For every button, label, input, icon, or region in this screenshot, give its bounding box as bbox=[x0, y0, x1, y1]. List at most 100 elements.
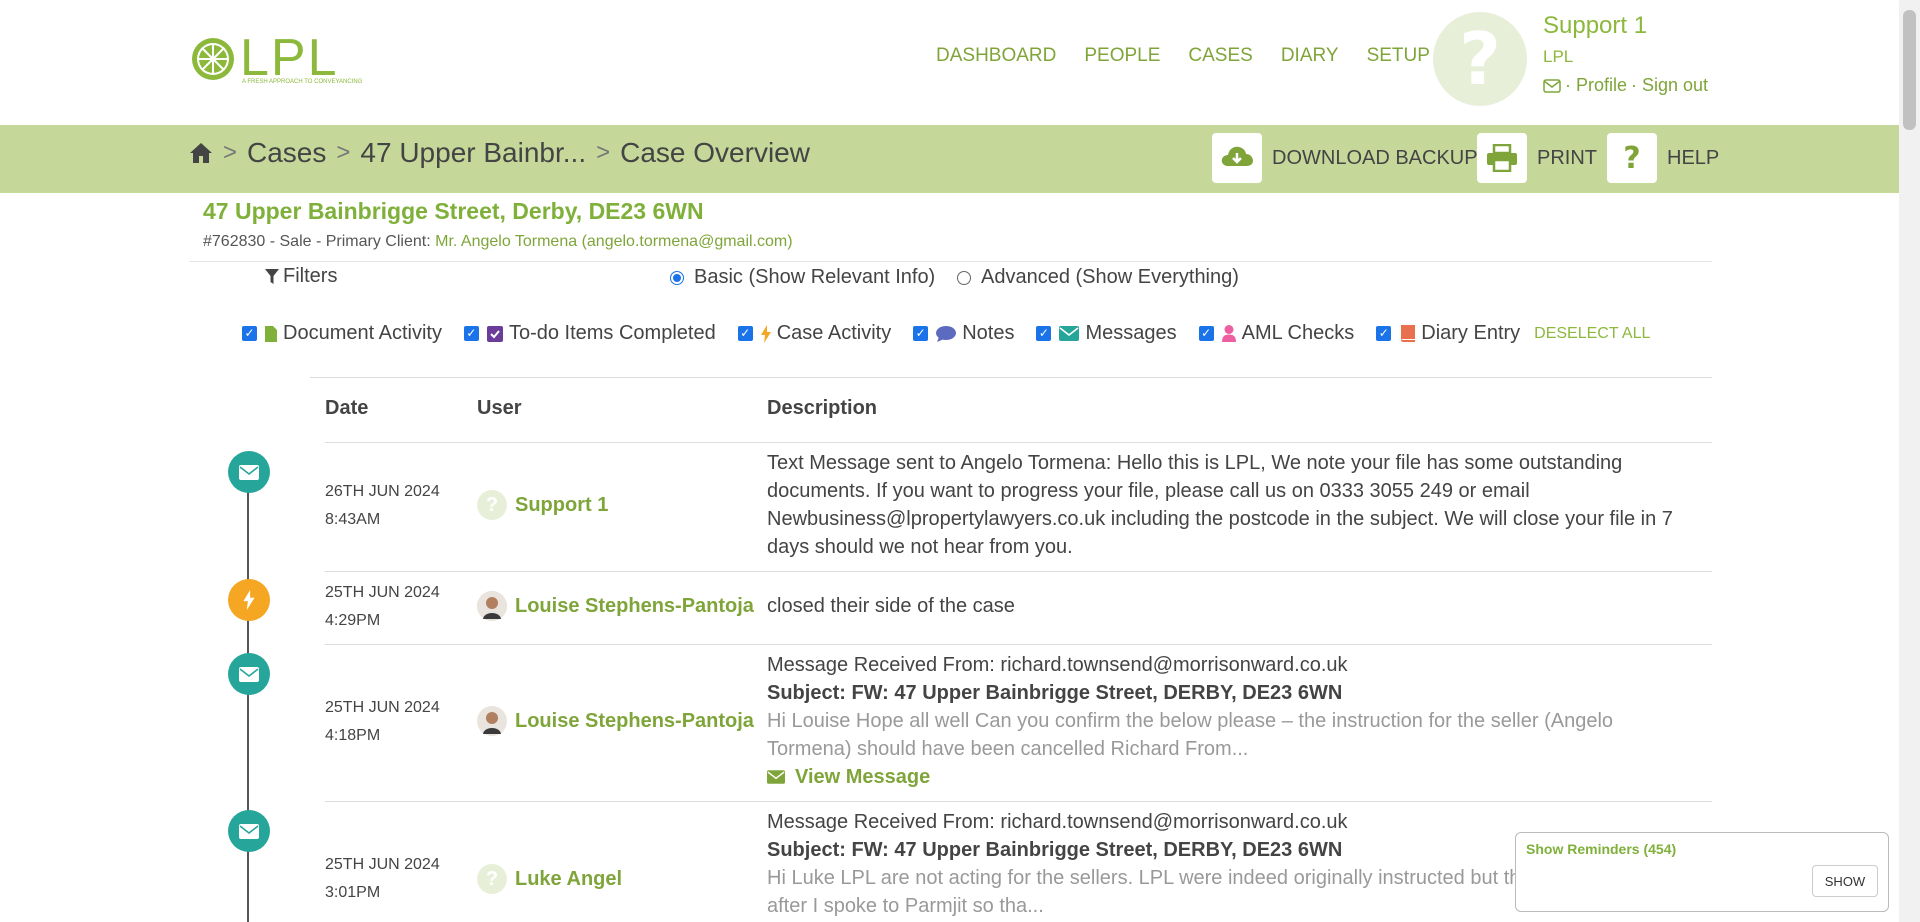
user-avatar: ? bbox=[477, 490, 507, 520]
printer-icon bbox=[1477, 133, 1527, 183]
row-divider bbox=[325, 801, 1712, 802]
row-date-time: 4:29PM bbox=[325, 612, 381, 629]
download-backup-button[interactable]: DOWNLOAD BACKUP bbox=[1212, 133, 1478, 183]
logo-tagline: A FRESH APPROACH TO CONVEYANCING bbox=[242, 79, 363, 85]
view-message-label: View Message bbox=[795, 766, 931, 788]
checked-square-icon bbox=[486, 325, 503, 342]
basic-view-radio[interactable]: Basic (Show Relevant Info) bbox=[670, 266, 935, 289]
nav-dashboard[interactable]: DASHBOARD bbox=[936, 45, 1056, 67]
question-icon: ? bbox=[1607, 133, 1657, 183]
filter-messages[interactable]: ✓ Messages bbox=[1036, 322, 1177, 345]
breadcrumb-separator: > bbox=[336, 139, 351, 166]
envelope-icon bbox=[1059, 326, 1080, 341]
lpl-logo[interactable]: LPL A FRESH APPROACH TO CONVEYANCING bbox=[190, 32, 363, 88]
user-links: · Profile · Sign out bbox=[1543, 75, 1708, 96]
filter-todo-completed[interactable]: ✓ To-do Items Completed bbox=[463, 322, 716, 345]
deselect-all-link[interactable]: DESELECT ALL bbox=[1534, 325, 1650, 343]
lightning-icon bbox=[760, 324, 771, 343]
case-title: 47 Upper Bainbrigge Street, Derby, DE23 … bbox=[203, 198, 704, 224]
nav-diary[interactable]: DIARY bbox=[1281, 45, 1339, 67]
nav-people[interactable]: PEOPLE bbox=[1084, 45, 1160, 67]
cloud-download-icon bbox=[1212, 133, 1262, 183]
divider bbox=[189, 261, 1712, 262]
filters-toggle[interactable]: Filters bbox=[265, 265, 337, 288]
row-description: Message Received From: richard.townsend@… bbox=[767, 651, 1697, 791]
breadcrumb-cases[interactable]: Cases bbox=[247, 137, 326, 169]
row-user[interactable]: Louise Stephens-Pantoja bbox=[477, 591, 754, 621]
scrollbar-thumb[interactable] bbox=[1903, 10, 1916, 130]
page-scrollbar[interactable] bbox=[1899, 0, 1920, 922]
row-divider bbox=[325, 644, 1712, 645]
app-header: LPL A FRESH APPROACH TO CONVEYANCING DAS… bbox=[0, 0, 1899, 125]
message-timeline-icon bbox=[228, 810, 270, 852]
case-meta: #762830 - Sale - Primary Client: Mr. Ang… bbox=[203, 233, 793, 251]
checkbox-checked-icon: ✓ bbox=[913, 326, 929, 341]
user-avatar bbox=[477, 706, 507, 736]
filter-case-activity[interactable]: ✓ Case Activity bbox=[737, 322, 892, 345]
breadcrumb-bar: > Cases > 47 Upper Bainbr... > Case Over… bbox=[0, 125, 1899, 193]
print-label: PRINT bbox=[1537, 146, 1597, 169]
filter-document-activity[interactable]: ✓ Document Activity bbox=[242, 322, 442, 345]
row-user-name: Louise Stephens-Pantoja bbox=[515, 709, 754, 732]
activity-filter-checkboxes: ✓ Document Activity ✓ To-do Items Comple… bbox=[242, 322, 1650, 345]
user-avatar[interactable]: ? bbox=[1433, 12, 1527, 106]
filter-diary-entry[interactable]: ✓ Diary Entry bbox=[1376, 322, 1520, 345]
filter-label: Case Activity bbox=[776, 322, 892, 344]
filter-label: Notes bbox=[962, 322, 1015, 344]
filter-label: To-do Items Completed bbox=[508, 322, 716, 344]
column-header-date: Date bbox=[325, 397, 369, 419]
row-user[interactable]: ? Luke Angel bbox=[477, 864, 622, 894]
view-message-link[interactable]: View Message bbox=[767, 763, 1697, 791]
row-date: 25TH JUN 2024 4:29PM bbox=[325, 579, 440, 635]
user-org: LPL bbox=[1543, 47, 1574, 66]
nav-setup[interactable]: SETUP bbox=[1367, 45, 1430, 67]
breadcrumb-current: Case Overview bbox=[620, 137, 810, 168]
filter-label: Document Activity bbox=[283, 322, 442, 344]
checkbox-checked-icon: ✓ bbox=[463, 326, 479, 341]
help-button[interactable]: ? HELP bbox=[1607, 133, 1719, 183]
help-label: HELP bbox=[1667, 146, 1720, 169]
row-date-day: 25TH JUN 2024 bbox=[325, 584, 440, 601]
checkbox-checked-icon: ✓ bbox=[1198, 326, 1214, 341]
logo-text: LPL bbox=[240, 29, 339, 87]
row-date-time: 3:01PM bbox=[325, 884, 381, 901]
envelope-icon[interactable] bbox=[1543, 78, 1561, 93]
row-date-time: 4:18PM bbox=[325, 727, 381, 744]
nav-cases[interactable]: CASES bbox=[1188, 45, 1252, 67]
show-reminders-button[interactable]: SHOW bbox=[1812, 865, 1878, 897]
user-avatar: ? bbox=[477, 864, 507, 894]
row-date: 26TH JUN 2024 8:43AM bbox=[325, 478, 440, 534]
column-header-description: Description bbox=[767, 397, 878, 419]
message-subject: Subject: FW: 47 Upper Bainbrigge Street,… bbox=[767, 682, 1343, 704]
envelope-icon bbox=[767, 770, 785, 784]
row-description: Text Message sent to Angelo Tormena: Hel… bbox=[767, 452, 1673, 558]
advanced-view-radio[interactable]: Advanced (Show Everything) bbox=[957, 266, 1239, 289]
radio-unselected-icon bbox=[957, 270, 971, 285]
show-reminders-link[interactable]: Show Reminders (454) bbox=[1526, 841, 1676, 857]
table-top-border bbox=[310, 377, 1712, 378]
row-date: 25TH JUN 2024 3:01PM bbox=[325, 851, 440, 907]
primary-client-link[interactable]: Mr. Angelo Tormena (angelo.tormena@gmail… bbox=[435, 233, 792, 250]
message-from: Message Received From: richard.townsend@… bbox=[767, 654, 1348, 676]
profile-link[interactable]: · Profile bbox=[1565, 75, 1627, 96]
print-button[interactable]: PRINT bbox=[1477, 133, 1597, 183]
user-name: Support 1 bbox=[1543, 12, 1648, 39]
row-user[interactable]: Louise Stephens-Pantoja bbox=[477, 706, 754, 736]
filter-notes[interactable]: ✓ Notes bbox=[913, 322, 1014, 345]
filter-label: Messages bbox=[1085, 322, 1177, 344]
download-backup-label: DOWNLOAD BACKUP bbox=[1272, 146, 1478, 169]
main-nav: DASHBOARD PEOPLE CASES DIARY SETUP bbox=[936, 45, 1430, 67]
checkbox-checked-icon: ✓ bbox=[1376, 326, 1392, 341]
breadcrumb-case[interactable]: 47 Upper Bainbr... bbox=[360, 137, 586, 169]
filter-aml-checks[interactable]: ✓ AML Checks bbox=[1198, 322, 1354, 345]
filters-label: Filters bbox=[283, 265, 338, 287]
lightning-timeline-icon bbox=[228, 579, 270, 621]
row-user[interactable]: ? Support 1 bbox=[477, 490, 608, 520]
sign-out-link[interactable]: · Sign out bbox=[1631, 75, 1708, 96]
timeline-line bbox=[247, 470, 249, 922]
home-icon[interactable] bbox=[189, 142, 213, 164]
row-date: 25TH JUN 2024 4:18PM bbox=[325, 694, 440, 750]
radio-selected-icon bbox=[670, 270, 684, 285]
advanced-view-label: Advanced (Show Everything) bbox=[981, 266, 1239, 288]
filter-icon bbox=[265, 268, 279, 284]
